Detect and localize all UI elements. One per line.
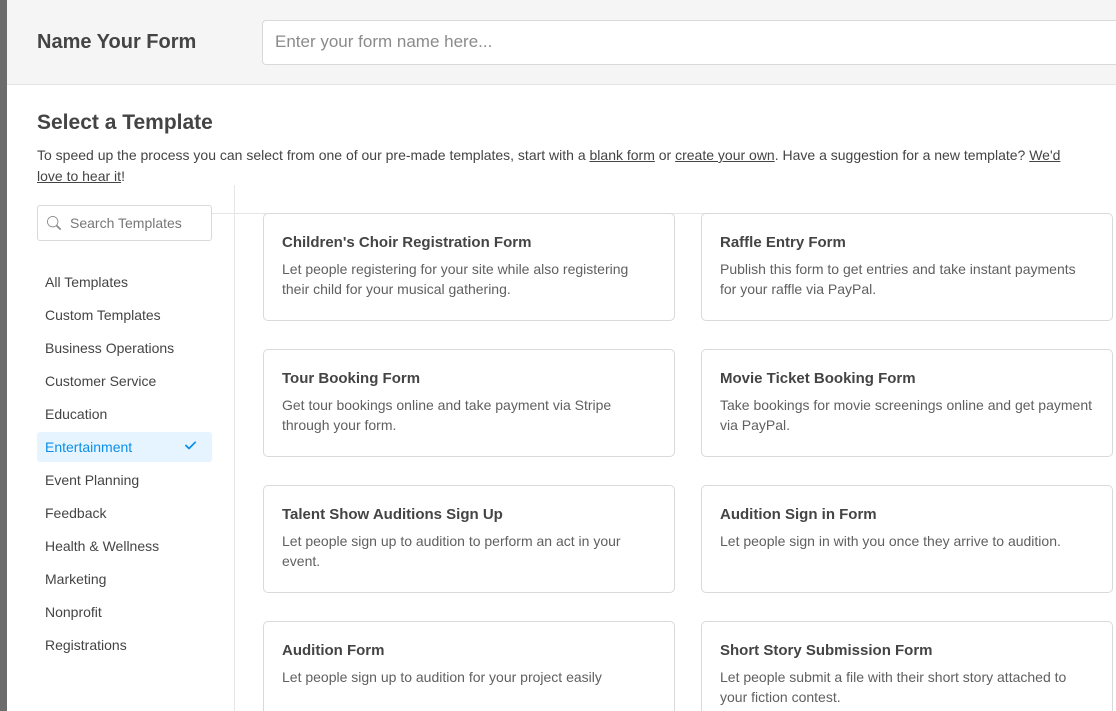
sidebar-category-item[interactable]: All Templates bbox=[37, 267, 212, 297]
sidebar-category-label: Marketing bbox=[45, 571, 106, 587]
template-card-desc: Take bookings for movie screenings onlin… bbox=[720, 395, 1094, 436]
sidebar-category-item[interactable]: Health & Wellness bbox=[37, 531, 212, 561]
sidebar-category-item[interactable]: Customer Service bbox=[37, 366, 212, 396]
check-icon bbox=[184, 440, 198, 454]
sidebar-category-label: Health & Wellness bbox=[45, 538, 159, 554]
sidebar-category-item[interactable]: Registrations bbox=[37, 630, 212, 660]
sidebar-category-item[interactable]: Custom Templates bbox=[37, 300, 212, 330]
sidebar-category-item[interactable]: Event Planning bbox=[37, 465, 212, 495]
sidebar-category-label: Feedback bbox=[45, 505, 106, 521]
template-card[interactable]: Children's Choir Registration Form Let pe… bbox=[263, 213, 675, 321]
template-card-title: Talent Show Auditions Sign Up bbox=[282, 506, 656, 523]
template-card[interactable]: Talent Show Auditions Sign Up Let people … bbox=[263, 485, 675, 593]
search-icon bbox=[47, 216, 61, 230]
sidebar-category-item[interactable]: Education bbox=[37, 399, 212, 429]
template-card-title: Audition Form bbox=[282, 642, 656, 659]
template-main: Children's Choir Registration Form Let pe… bbox=[235, 185, 1116, 711]
template-card-desc: Get tour bookings online and take paymen… bbox=[282, 395, 656, 436]
template-card-desc: Let people sign up to audition to perfor… bbox=[282, 531, 656, 572]
sidebar-category-label: Education bbox=[45, 406, 107, 422]
sidebar-category-label: Entertainment bbox=[45, 439, 132, 455]
sidebar-category-item[interactable]: Nonprofit bbox=[37, 597, 212, 627]
template-card-title: Movie Ticket Booking Form bbox=[720, 370, 1094, 387]
sidebar-category-label: Registrations bbox=[45, 637, 127, 653]
select-template-description: To speed up the process you can select f… bbox=[37, 145, 1086, 187]
template-card-desc: Let people sign in with you once they ar… bbox=[720, 531, 1094, 551]
category-list: All Templates Custom Templates Business Op… bbox=[37, 267, 234, 660]
template-card-desc: Let people sign up to audition for your … bbox=[282, 667, 656, 687]
sidebar-category-item[interactable]: Feedback bbox=[37, 498, 212, 528]
template-card-desc: Publish this form to get entries and tak… bbox=[720, 259, 1094, 300]
template-card-title: Children's Choir Registration Form bbox=[282, 234, 656, 251]
create-your-own-link[interactable]: create your own bbox=[675, 147, 775, 163]
sidebar-category-label: Customer Service bbox=[45, 373, 156, 389]
template-cards: Children's Choir Registration Form Let pe… bbox=[263, 213, 1116, 711]
select-template-heading: Select a Template bbox=[37, 111, 1086, 135]
template-card[interactable]: Movie Ticket Booking Form Take bookings f… bbox=[701, 349, 1113, 457]
form-name-input[interactable] bbox=[262, 20, 1116, 65]
template-card[interactable]: Short Story Submission Form Let people su… bbox=[701, 621, 1113, 711]
template-card[interactable]: Audition Form Let people sign up to audit… bbox=[263, 621, 675, 711]
template-card-title: Tour Booking Form bbox=[282, 370, 656, 387]
template-card-title: Audition Sign in Form bbox=[720, 506, 1094, 523]
sidebar-category-label: Business Operations bbox=[45, 340, 174, 356]
template-card[interactable]: Audition Sign in Form Let people sign in … bbox=[701, 485, 1113, 593]
blank-form-link[interactable]: blank form bbox=[590, 147, 655, 163]
template-card[interactable]: Tour Booking Form Get tour bookings onlin… bbox=[263, 349, 675, 457]
search-templates-input[interactable] bbox=[37, 205, 212, 241]
name-your-form-label: Name Your Form bbox=[37, 31, 262, 54]
sidebar-category-label: Event Planning bbox=[45, 472, 139, 488]
window-edge bbox=[0, 0, 7, 711]
sidebar-category-item[interactable]: Entertainment bbox=[37, 432, 212, 462]
template-sidebar: All Templates Custom Templates Business Op… bbox=[7, 185, 235, 711]
template-card[interactable]: Raffle Entry Form Publish this form to ge… bbox=[701, 213, 1113, 321]
name-your-form-header: Name Your Form bbox=[7, 0, 1116, 85]
sidebar-category-label: Nonprofit bbox=[45, 604, 102, 620]
template-card-desc: Let people submit a file with their shor… bbox=[720, 667, 1094, 708]
sidebar-category-label: All Templates bbox=[45, 274, 128, 290]
sidebar-category-item[interactable]: Business Operations bbox=[37, 333, 212, 363]
sidebar-category-item[interactable]: Marketing bbox=[37, 564, 212, 594]
template-card-title: Short Story Submission Form bbox=[720, 642, 1094, 659]
template-card-desc: Let people registering for your site whi… bbox=[282, 259, 656, 300]
sidebar-category-label: Custom Templates bbox=[45, 307, 161, 323]
template-card-title: Raffle Entry Form bbox=[720, 234, 1094, 251]
